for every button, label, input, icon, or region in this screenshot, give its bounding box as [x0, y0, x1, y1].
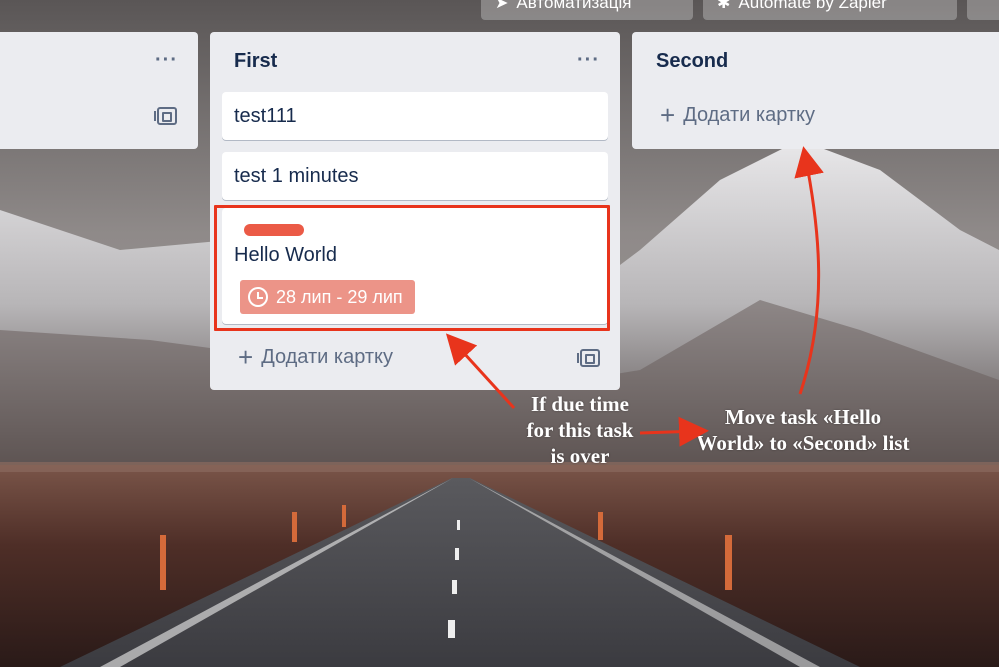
note-line: Move task «Hello — [724, 405, 882, 429]
note-line: is over — [550, 444, 610, 468]
plus-icon: + — [660, 99, 676, 130]
card-template-icon[interactable] — [154, 107, 177, 125]
due-time-note: If due time for this task is over — [510, 391, 650, 469]
automation-button[interactable]: ➤ Автоматизація — [481, 0, 693, 20]
add-card-button[interactable]: + Додати картку — [238, 341, 394, 372]
list-left[interactable]: ··· — [0, 32, 198, 149]
plus-icon: + — [238, 341, 254, 372]
header-more-button[interactable] — [967, 0, 999, 20]
note-line: If due time — [531, 392, 629, 416]
add-card-label: Додати картку — [261, 346, 394, 368]
highlight-box — [214, 205, 610, 331]
card-title: test 1 minutes — [234, 164, 359, 187]
note-line: for this task — [526, 418, 634, 442]
card-test-1-minutes[interactable]: test 1 minutes — [222, 152, 608, 200]
move-task-note: Move task «Hello World» to «Second» list — [680, 404, 926, 456]
list-second[interactable]: Second + Додати картку — [632, 32, 999, 149]
note-line: World» to «Second» list — [696, 431, 910, 455]
more-horizontal-icon[interactable]: ··· — [577, 50, 600, 70]
add-card-button[interactable]: + Додати картку — [660, 99, 816, 130]
card-title: test111 — [234, 104, 297, 127]
card-template-icon[interactable] — [577, 349, 600, 367]
rocket-icon: ➤ — [495, 0, 509, 12]
automate-zapier-button[interactable]: ✱ Automate by Zapier — [703, 0, 957, 20]
list-title[interactable]: First — [234, 50, 277, 73]
automation-label: Автоматизація — [516, 0, 632, 12]
list-title[interactable]: Second — [656, 50, 728, 73]
add-card-label: Додати картку — [683, 104, 816, 126]
zapier-label: Automate by Zapier — [738, 0, 887, 12]
zapier-icon: ✱ — [717, 0, 731, 12]
more-horizontal-icon[interactable]: ··· — [155, 50, 178, 70]
card-test111[interactable]: test111 — [222, 92, 608, 140]
